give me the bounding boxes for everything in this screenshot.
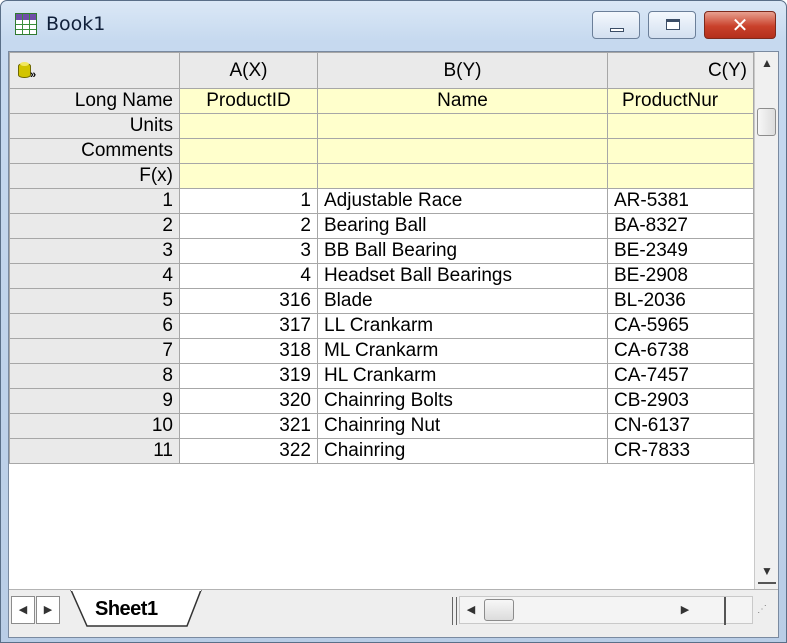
product-id-cell[interactable]: 1 xyxy=(179,188,318,214)
vertical-split-bar[interactable] xyxy=(758,582,776,584)
fx-cell[interactable] xyxy=(179,163,318,189)
product-id-cell[interactable]: 321 xyxy=(179,413,318,439)
product-number-cell[interactable]: CR-7833 xyxy=(607,438,754,464)
long-name-cell[interactable]: Name xyxy=(317,88,608,114)
scroll-down-arrow-icon[interactable]: ▼ xyxy=(755,560,778,582)
name-cell[interactable]: Chainring Bolts xyxy=(317,388,608,414)
label-row-header-units[interactable]: Units xyxy=(9,113,180,139)
label-row-header-fx[interactable]: F(x) xyxy=(9,163,180,189)
product-id-cell[interactable]: 319 xyxy=(179,363,318,389)
maximize-icon xyxy=(666,19,680,30)
worksheet-area: » A(X) B(Y) C(Y) Long Name ProductID Nam… xyxy=(8,51,779,638)
horizontal-scrollbar[interactable]: ◀ ▶ xyxy=(452,596,753,625)
product-number-cell[interactable]: CA-5965 xyxy=(607,313,754,339)
row-header[interactable]: 10 xyxy=(9,413,180,439)
row-header[interactable]: 3 xyxy=(9,238,180,264)
comments-cell[interactable] xyxy=(607,138,754,164)
row-header[interactable]: 11 xyxy=(9,438,180,464)
window-title: Book1 xyxy=(46,13,106,35)
row-header[interactable]: 8 xyxy=(9,363,180,389)
name-cell[interactable]: Bearing Ball xyxy=(317,213,608,239)
product-number-cell[interactable]: BE-2908 xyxy=(607,263,754,289)
next-sheet-arrow-icon[interactable]: ▶ xyxy=(36,596,60,624)
title-bar[interactable]: Book1 ✕ xyxy=(1,1,786,51)
product-id-cell[interactable]: 317 xyxy=(179,313,318,339)
row-header[interactable]: 9 xyxy=(9,388,180,414)
product-number-cell[interactable]: BE-2349 xyxy=(607,238,754,264)
product-id-cell[interactable]: 322 xyxy=(179,438,318,464)
comments-cell[interactable] xyxy=(179,138,318,164)
maximize-button[interactable] xyxy=(648,11,696,39)
row-header[interactable]: 2 xyxy=(9,213,180,239)
horizontal-split-bar[interactable] xyxy=(452,597,457,625)
fx-cell[interactable] xyxy=(607,163,754,189)
resize-grip-icon[interactable]: ⋰ xyxy=(757,604,767,615)
units-cell[interactable] xyxy=(179,113,318,139)
product-number-cell[interactable]: BA-8327 xyxy=(607,213,754,239)
product-id-cell[interactable]: 318 xyxy=(179,338,318,364)
product-id-cell[interactable]: 4 xyxy=(179,263,318,289)
name-cell[interactable]: Blade xyxy=(317,288,608,314)
column-header-c[interactable]: C(Y) xyxy=(607,52,754,89)
long-name-cell[interactable]: ProductID xyxy=(179,88,318,114)
product-id-cell[interactable]: 316 xyxy=(179,288,318,314)
workbook-window: Book1 ✕ » A(X) B(Y) C(Y) Long Name Produ… xyxy=(0,0,787,643)
label-row-header-long-name[interactable]: Long Name xyxy=(9,88,180,114)
sheet-tab-bar: ◀ ▶ Sheet1 ◀ ▶ ⋰ xyxy=(9,589,778,637)
row-header[interactable]: 4 xyxy=(9,263,180,289)
label-row-header-comments[interactable]: Comments xyxy=(9,138,180,164)
scroll-left-arrow-icon[interactable]: ◀ xyxy=(460,597,482,623)
comments-cell[interactable] xyxy=(317,138,608,164)
close-icon: ✕ xyxy=(731,13,749,37)
column-header-a[interactable]: A(X) xyxy=(179,52,318,89)
product-id-cell[interactable]: 2 xyxy=(179,213,318,239)
name-cell[interactable]: Adjustable Race xyxy=(317,188,608,214)
close-button[interactable]: ✕ xyxy=(704,11,776,39)
product-number-cell[interactable]: CN-6137 xyxy=(607,413,754,439)
workbook-grid-icon xyxy=(15,13,37,35)
name-cell[interactable]: HL Crankarm xyxy=(317,363,608,389)
database-connector-icon[interactable]: » xyxy=(16,60,38,82)
row-header[interactable]: 6 xyxy=(9,313,180,339)
product-number-cell[interactable]: CA-6738 xyxy=(607,338,754,364)
row-header[interactable]: 1 xyxy=(9,188,180,214)
horizontal-scroll-thumb[interactable] xyxy=(484,599,514,621)
column-header-b[interactable]: B(Y) xyxy=(317,52,608,89)
previous-sheet-arrow-icon[interactable]: ◀ xyxy=(11,596,35,624)
horizontal-split-handle[interactable] xyxy=(724,597,726,625)
product-number-cell[interactable]: AR-5381 xyxy=(607,188,754,214)
grid-corner[interactable]: » xyxy=(9,52,180,89)
long-name-cell[interactable]: ProductNur xyxy=(607,88,754,114)
scroll-right-arrow-icon[interactable]: ▶ xyxy=(674,597,696,623)
product-id-cell[interactable]: 320 xyxy=(179,388,318,414)
name-cell[interactable]: Headset Ball Bearings xyxy=(317,263,608,289)
row-header[interactable]: 5 xyxy=(9,288,180,314)
sheet-tab-active[interactable]: Sheet1 xyxy=(67,590,207,628)
name-cell[interactable]: Chainring xyxy=(317,438,608,464)
worksheet-grid: » A(X) B(Y) C(Y) Long Name ProductID Nam… xyxy=(9,52,754,464)
sheet-tab-label: Sheet1 xyxy=(95,598,158,620)
name-cell[interactable]: Chainring Nut xyxy=(317,413,608,439)
units-cell[interactable] xyxy=(607,113,754,139)
vertical-scroll-thumb[interactable] xyxy=(757,108,776,136)
product-id-cell[interactable]: 3 xyxy=(179,238,318,264)
product-number-cell[interactable]: BL-2036 xyxy=(607,288,754,314)
vertical-scrollbar[interactable]: ▲ ▼ xyxy=(754,52,778,589)
name-cell[interactable]: LL Crankarm xyxy=(317,313,608,339)
row-header[interactable]: 7 xyxy=(9,338,180,364)
product-number-cell[interactable]: CA-7457 xyxy=(607,363,754,389)
product-number-cell[interactable]: CB-2903 xyxy=(607,388,754,414)
name-cell[interactable]: BB Ball Bearing xyxy=(317,238,608,264)
fx-cell[interactable] xyxy=(317,163,608,189)
minimize-button[interactable] xyxy=(592,11,640,39)
units-cell[interactable] xyxy=(317,113,608,139)
scroll-up-arrow-icon[interactable]: ▲ xyxy=(755,52,778,74)
name-cell[interactable]: ML Crankarm xyxy=(317,338,608,364)
minimize-icon xyxy=(610,28,624,32)
